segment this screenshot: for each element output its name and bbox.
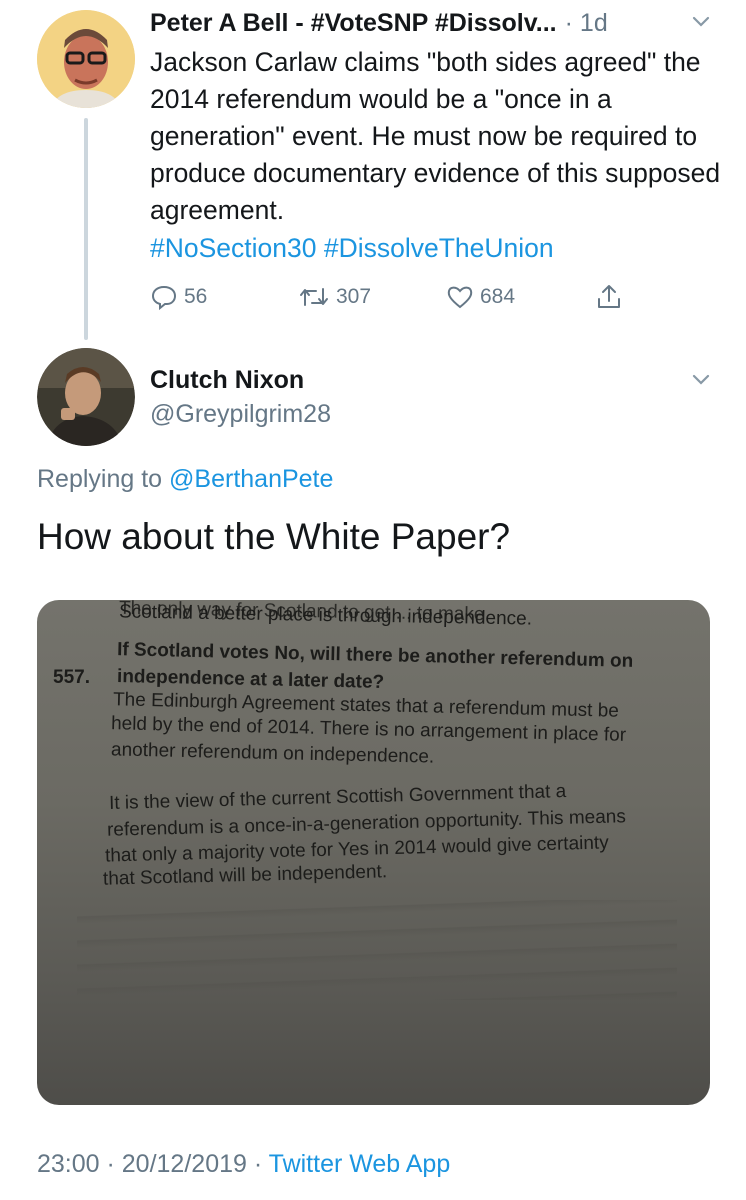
parent-time[interactable]: · 1d — [565, 9, 608, 38]
tweet-source[interactable]: Twitter Web App — [269, 1150, 451, 1178]
like-action[interactable]: 684 — [446, 282, 515, 312]
reply-count: 56 — [184, 285, 208, 308]
reply-handle[interactable]: @Greypilgrim28 — [150, 400, 331, 429]
replying-prefix: Replying to — [37, 465, 163, 493]
attached-photo[interactable]: The only way for Scotland to get ... to … — [37, 600, 710, 1105]
reply-tweet-text: How about the White Paper? — [37, 516, 511, 557]
share-action[interactable] — [595, 282, 629, 312]
parent-tweet-text: Jackson Carlaw claims "both sides agreed… — [150, 47, 721, 225]
reply-action[interactable]: 56 — [150, 282, 207, 312]
tweet-footer: 23:00 · 20/12/2019 · Twitter Web App — [37, 1150, 450, 1179]
replying-to: Replying to @BerthanPete — [37, 465, 333, 494]
chevron-down-icon[interactable] — [690, 10, 712, 37]
photo-bleedthrough — [77, 900, 677, 1000]
photo-p1-3: another referendum on independence. — [110, 739, 435, 768]
parent-tweet-header: Peter A Bell - #VoteSNP #Dissolv... · 1d — [150, 6, 710, 40]
like-count: 684 — [480, 285, 516, 308]
share-icon — [598, 285, 620, 308]
reply-icon — [151, 285, 177, 311]
photo-number: 557. — [53, 667, 90, 688]
retweet-action[interactable]: 307 — [298, 282, 371, 312]
replying-to-link[interactable]: @BerthanPete — [169, 465, 333, 493]
like-icon — [447, 286, 473, 309]
parent-avatar[interactable] — [37, 10, 135, 108]
reply-display-name[interactable]: Clutch Nixon — [150, 366, 304, 395]
retweet-icon — [300, 288, 328, 306]
tweet-timestamp[interactable]: 23:00 · 20/12/2019 · — [37, 1150, 262, 1178]
thread-line — [84, 118, 88, 340]
reply-avatar[interactable] — [37, 348, 135, 446]
retweet-count: 307 — [336, 285, 372, 308]
parent-tweet-hashtags[interactable]: #NoSection30 #DissolveTheUnion — [150, 230, 554, 267]
parent-display-name[interactable]: Peter A Bell - #VoteSNP #Dissolv... — [150, 9, 557, 38]
reply-chevron-down-icon[interactable] — [690, 368, 712, 395]
